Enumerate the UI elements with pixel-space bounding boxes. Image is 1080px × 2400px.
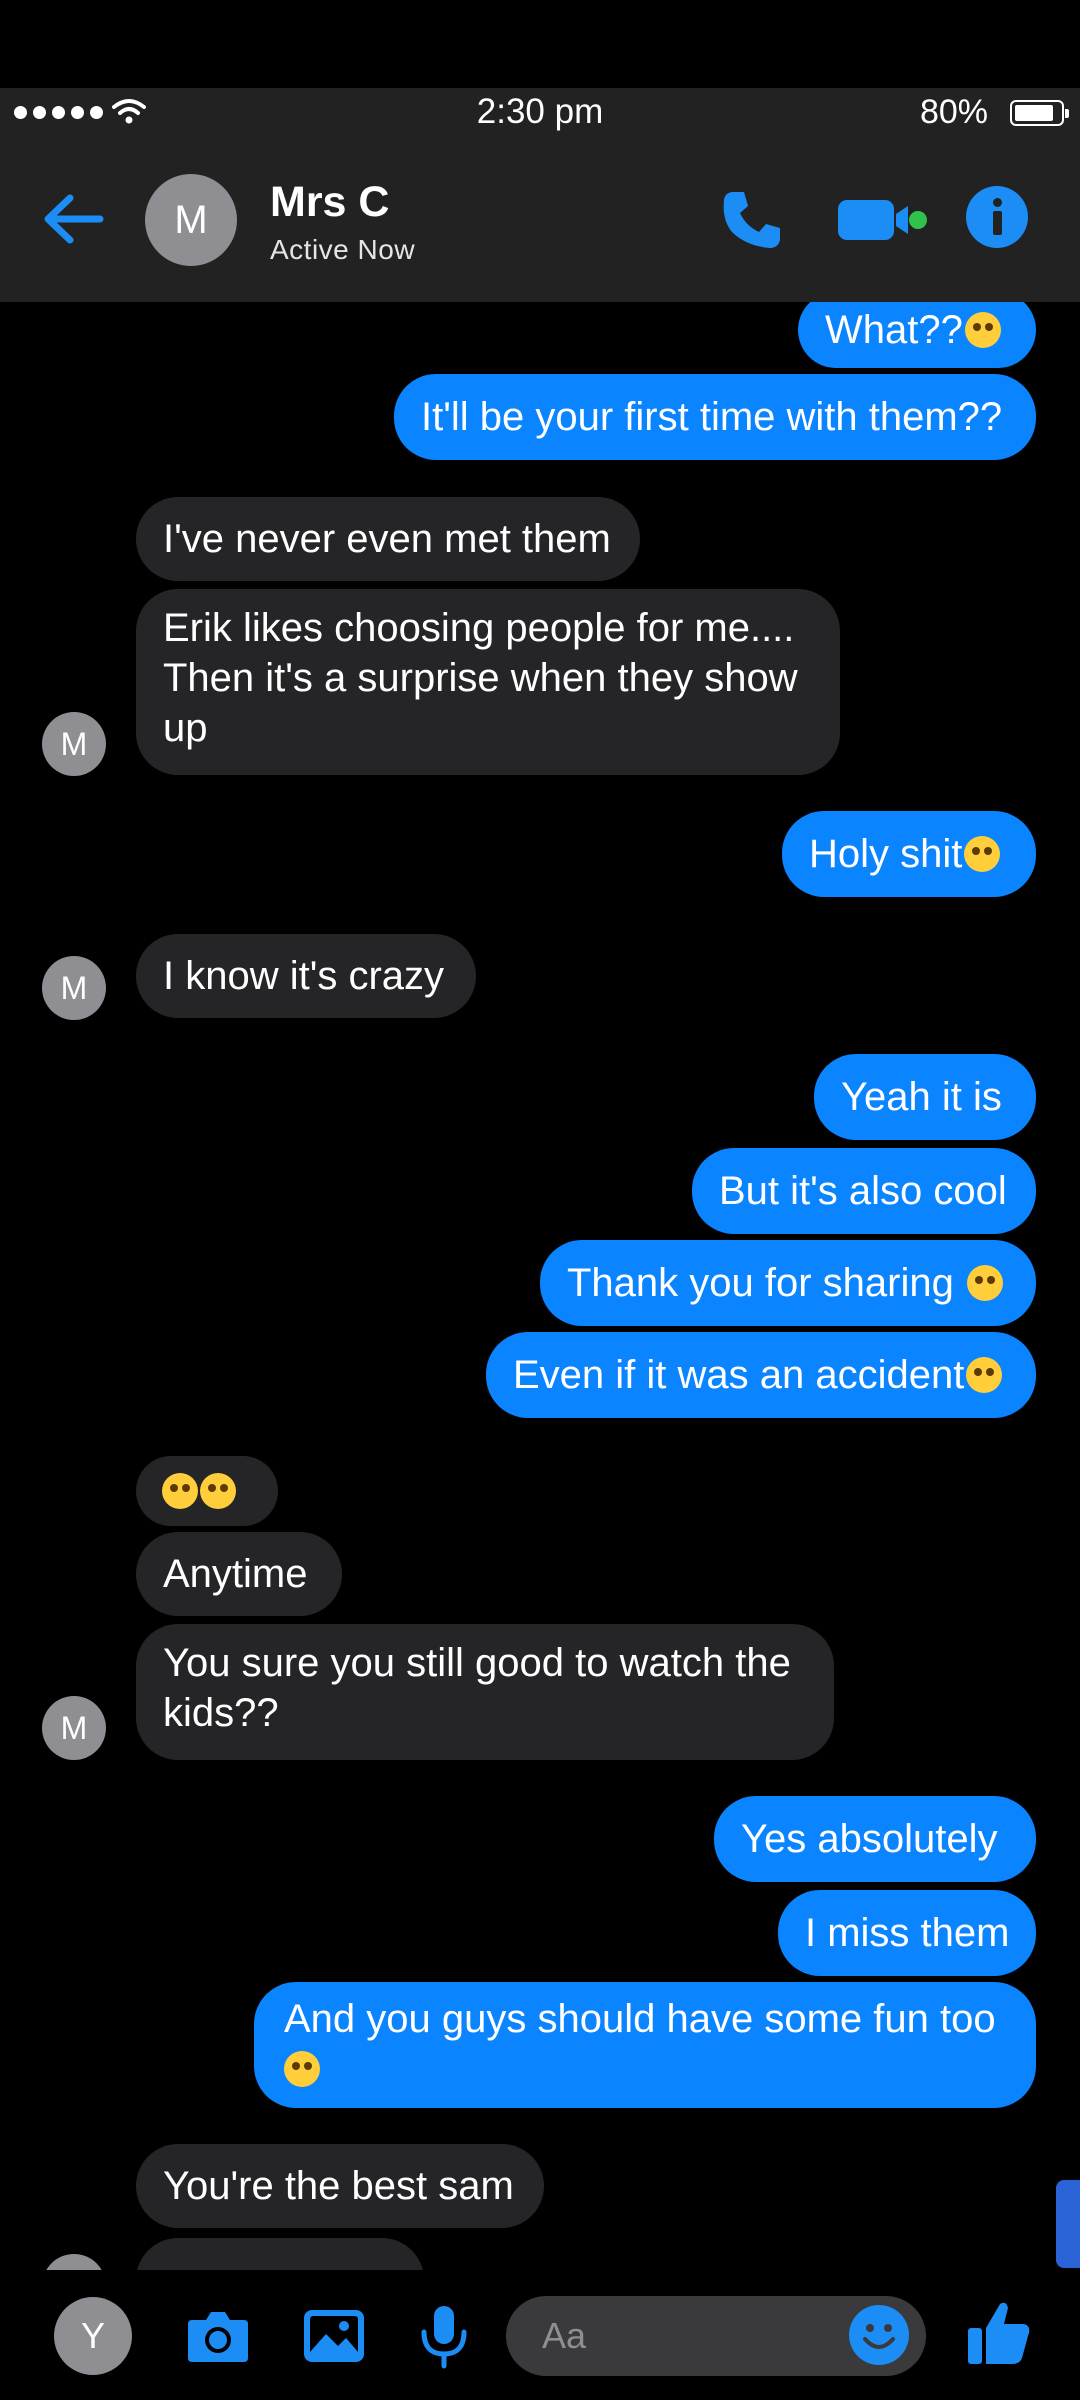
- emoji-icon[interactable]: [849, 2305, 909, 2365]
- contact-message-avatar: M: [42, 712, 106, 776]
- contact-message-avatar: M: [42, 2254, 106, 2270]
- message-bubble-sent[interactable]: Holy shit: [782, 811, 1036, 897]
- flushed-face-icon: [964, 312, 1001, 348]
- rolling-on-floor-laughing-icon: [966, 1357, 1003, 1393]
- message-bubble-sent[interactable]: Yes absolutely: [714, 1796, 1036, 1882]
- status-time: 2:30 pm: [476, 92, 604, 131]
- thumbs-up-icon[interactable]: [964, 2296, 1034, 2368]
- contact-message-avatar: M: [42, 956, 106, 1020]
- message-list[interactable]: What?? It'll be your first time with the…: [0, 302, 1080, 2270]
- scroll-to-bottom-handle[interactable]: [1056, 2180, 1080, 2268]
- contact-avatar[interactable]: M: [145, 174, 237, 266]
- flushed-face-icon: [964, 836, 1001, 872]
- back-arrow-icon[interactable]: [38, 186, 108, 252]
- face-with-hand-over-mouth-icon: [284, 2051, 320, 2087]
- message-bubble-sent[interactable]: Yeah it is: [814, 1054, 1036, 1140]
- face-with-hand-over-mouth-icon: [967, 1265, 1003, 1301]
- contact-active-status: Active Now: [270, 234, 416, 265]
- message-bubble-received-partial[interactable]: [136, 2238, 424, 2270]
- microphone-icon[interactable]: [408, 2300, 480, 2372]
- top-black-band: [0, 0, 1080, 88]
- message-bubble-sent[interactable]: Thank you for sharing: [540, 1240, 1036, 1326]
- message-bubble-received[interactable]: I've never even met them: [136, 497, 640, 581]
- message-bubble-received[interactable]: Anytime: [136, 1532, 342, 1616]
- camera-icon[interactable]: [182, 2300, 254, 2372]
- message-bubble-received-emoji[interactable]: [136, 1456, 278, 1526]
- message-bubble-received[interactable]: I know it's crazy: [136, 934, 476, 1018]
- video-call-icon[interactable]: [836, 196, 932, 244]
- message-bubble-sent[interactable]: And you guys should have some fun too: [254, 1982, 1036, 2108]
- photo-gallery-icon[interactable]: [298, 2300, 370, 2372]
- message-bubble-received[interactable]: You sure you still good to watch the kid…: [136, 1624, 834, 1760]
- rolling-on-floor-laughing-icon: [200, 1473, 236, 1509]
- message-bubble-received[interactable]: Erik likes choosing people for me.... Th…: [136, 589, 840, 775]
- message-bubble-received[interactable]: You're the best sam: [136, 2144, 544, 2228]
- contact-message-avatar: M: [42, 1696, 106, 1760]
- battery-icon: [1010, 100, 1069, 126]
- message-bubble-sent[interactable]: Even if it was an accident: [486, 1332, 1036, 1418]
- message-bubble-sent[interactable]: It'll be your first time with them??: [394, 374, 1036, 460]
- message-bubble-sent[interactable]: I miss them: [778, 1890, 1036, 1976]
- battery-percentage: 80%: [919, 93, 988, 131]
- message-bubble-sent[interactable]: What??: [798, 302, 1036, 368]
- message-bubble-sent[interactable]: But it's also cool: [692, 1148, 1036, 1234]
- user-avatar[interactable]: Y: [54, 2297, 132, 2375]
- phone-call-icon[interactable]: [718, 186, 786, 254]
- contact-name[interactable]: Mrs C: [270, 178, 389, 227]
- rolling-on-floor-laughing-icon: [162, 1473, 198, 1509]
- info-icon[interactable]: [966, 186, 1028, 248]
